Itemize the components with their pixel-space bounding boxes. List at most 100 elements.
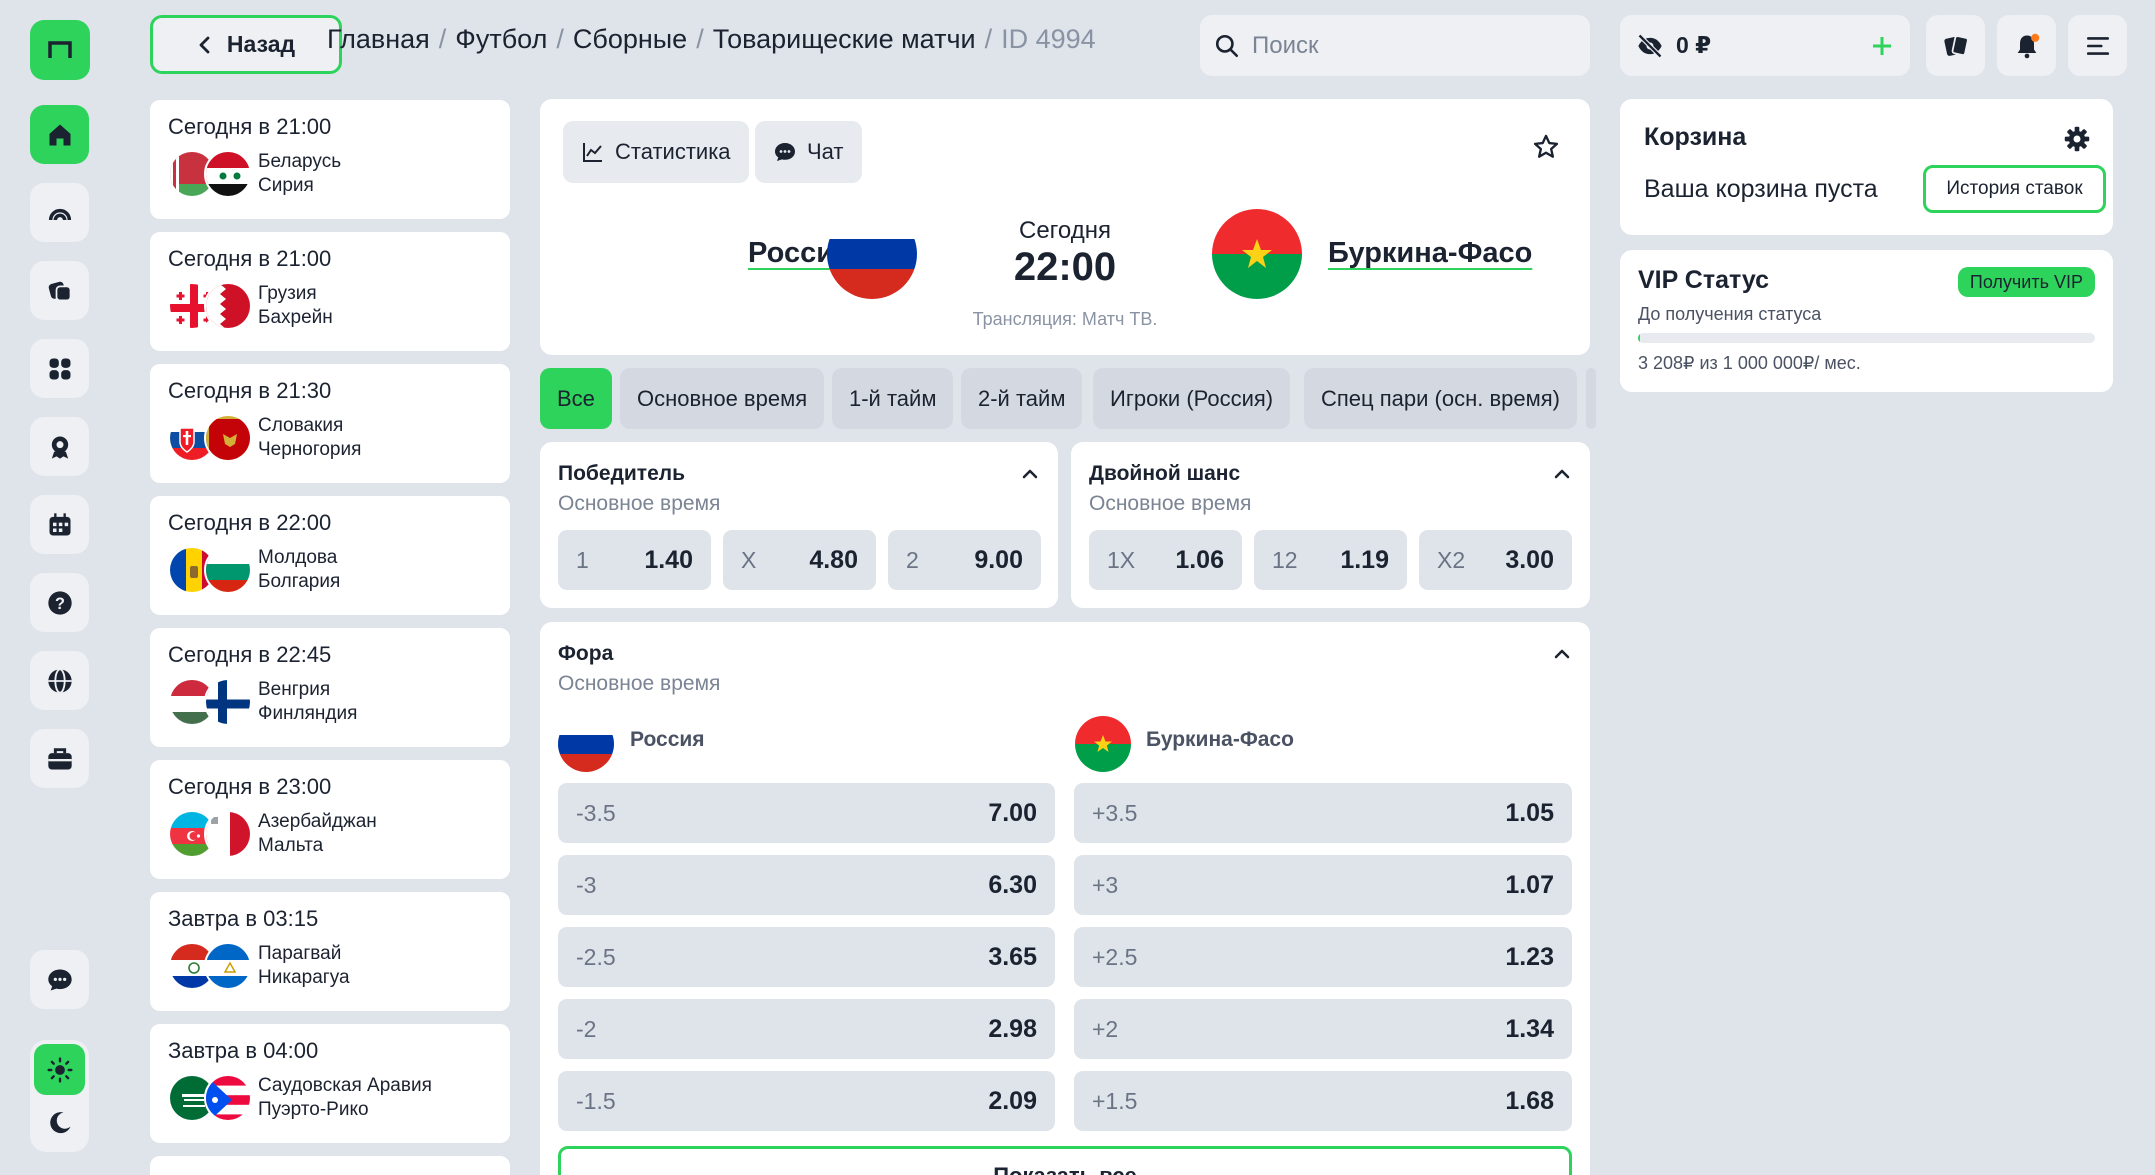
match-time: Сегодня в 21:30 [168, 378, 332, 403]
list-item[interactable] [150, 1156, 510, 1175]
list-item[interactable]: Сегодня в 22:00 Молдова Болгария [150, 496, 510, 615]
odd-value: 9.00 [974, 545, 1023, 574]
odd-button[interactable]: -1.5 2.09 [558, 1071, 1055, 1131]
bet-slip: Корзина Ваша корзина пуста История ставо… [1620, 99, 2113, 235]
filter-tab-all[interactable]: Все [540, 368, 612, 429]
filter-tab-players[interactable]: Игроки (Россия) [1093, 368, 1291, 429]
star-icon[interactable] [1532, 133, 1560, 161]
odd-button[interactable]: -3.5 7.00 [558, 783, 1055, 843]
back-button[interactable]: Назад [150, 15, 342, 74]
match-teams: Грузия Бахрейн [258, 282, 333, 330]
montenegro-flag-icon [204, 414, 252, 462]
bet-history-button[interactable]: История ставок [1923, 165, 2106, 213]
home-icon[interactable] [30, 105, 89, 164]
search-input[interactable] [1252, 31, 1572, 60]
list-item[interactable]: Сегодня в 21:00 Беларусь Сирия [150, 100, 510, 219]
live-icon[interactable] [30, 183, 89, 242]
market-winner: Победитель Основное время 1 1.40 X 4.80 29… [540, 442, 1058, 608]
balance-amount: 0 ₽ [1676, 32, 1712, 58]
chevron-up-icon[interactable] [1552, 464, 1572, 484]
list-item[interactable]: Сегодня в 22:45 Венгрия Финляндия [150, 628, 510, 747]
chevron-up-icon[interactable] [1020, 464, 1040, 484]
logo-icon[interactable] [30, 20, 90, 80]
odd-button[interactable]: +1.5 1.68 [1074, 1071, 1572, 1131]
support-chat-icon[interactable] [30, 950, 89, 1009]
plus-icon[interactable] [1870, 34, 1894, 58]
promo-icon[interactable] [30, 417, 89, 476]
breadcrumb-football[interactable]: Футбол [455, 24, 547, 55]
market-subtitle: Основное время [1089, 492, 1252, 515]
odd-label: +2.5 [1092, 943, 1138, 970]
away-team-name[interactable]: Буркина-Фасо [1328, 237, 1532, 270]
filter-tab-second-half[interactable]: 2-й тайм [961, 368, 1083, 429]
games-icon[interactable] [30, 339, 89, 398]
sun-icon[interactable] [34, 1044, 85, 1095]
breadcrumb-home[interactable]: Главная [327, 24, 430, 55]
odd-button[interactable]: X2 3.00 [1419, 530, 1572, 590]
market-subtitle: Основное время [558, 672, 721, 695]
odd-label: 1 [576, 546, 589, 573]
odd-value: 1.40 [644, 545, 693, 574]
chevron-up-icon[interactable] [1552, 644, 1572, 664]
odd-label: -1.5 [576, 1087, 616, 1114]
team-2: Никарагуа [258, 967, 350, 988]
gear-icon[interactable] [2063, 125, 2091, 153]
breadcrumb-friendlies[interactable]: Товарищеские матчи [713, 24, 976, 55]
list-item[interactable]: Сегодня в 21:00 Грузия Бахрейн [150, 232, 510, 351]
odd-value: 1.05 [1505, 798, 1554, 827]
market-double-chance: Двойной шанс Основное время 1X 1.06 12 1.1… [1071, 442, 1590, 608]
odd-button[interactable]: 1 1.40 [558, 530, 711, 590]
tab-chat[interactable]: Чат [755, 121, 862, 183]
notifications-button[interactable] [1997, 15, 2056, 76]
team-1: Азербайджан [258, 811, 377, 832]
cart-title: Корзина [1644, 123, 1747, 151]
filter-tab-overflow[interactable] [1586, 368, 1596, 429]
chat-icon [775, 143, 795, 161]
odd-button[interactable]: -2 2.98 [558, 999, 1055, 1059]
moon-icon[interactable] [34, 1097, 85, 1148]
calendar-icon[interactable] [30, 495, 89, 554]
odd-value: 1.23 [1505, 942, 1554, 971]
odd-button[interactable]: 1X 1.06 [1089, 530, 1242, 590]
odd-button[interactable]: +3.5 1.05 [1074, 783, 1572, 843]
breadcrumb-national-teams[interactable]: Сборные [573, 24, 687, 55]
globe-icon[interactable] [30, 651, 89, 710]
team-1: Саудовская Аравия [258, 1075, 432, 1096]
help-icon[interactable]: ? [30, 573, 89, 632]
menu-button[interactable] [2068, 15, 2127, 76]
filter-tab-main-time[interactable]: Основное время [620, 368, 825, 429]
filter-tab-specials[interactable]: Спец пари (осн. время) [1304, 368, 1577, 429]
list-item[interactable]: Завтра в 04:00 Саудовская Аравия Пуэрто-Р… [150, 1024, 510, 1143]
chart-icon [583, 143, 602, 162]
vip-title: VIP Статус [1638, 266, 1770, 294]
odd-button[interactable]: +3 1.07 [1074, 855, 1572, 915]
odd-value: 3.00 [1505, 545, 1554, 574]
tab-statistics[interactable]: Статистика [563, 121, 749, 183]
market-title: Победитель [558, 462, 686, 485]
odd-button[interactable]: -3 6.30 [558, 855, 1055, 915]
filter-tab-first-half[interactable]: 1-й тайм [832, 368, 954, 429]
odd-label: +1.5 [1092, 1087, 1138, 1114]
coupon-button[interactable] [1926, 15, 1985, 76]
vip-status-card: VIP Статус Получить VIP До получения ста… [1620, 250, 2113, 392]
broadcast-info: Трансляция: Матч ТВ. [972, 309, 1158, 329]
match-teams: Молдова Болгария [258, 546, 340, 594]
odd-button[interactable]: X 4.80 [723, 530, 876, 590]
briefcase-icon[interactable] [30, 729, 89, 788]
search-icon [1215, 34, 1239, 57]
eye-off-icon[interactable] [1636, 32, 1664, 60]
list-item[interactable]: Завтра в 03:15 Парагвай Никарагуа [150, 892, 510, 1011]
vip-subtitle: До получения статуса [1638, 304, 1822, 324]
odd-button[interactable]: 12 1.19 [1254, 530, 1407, 590]
odd-button[interactable]: 2 9.00 [888, 530, 1041, 590]
odd-button[interactable]: +2.5 1.23 [1074, 927, 1572, 987]
odd-button[interactable]: -2.5 3.65 [558, 927, 1055, 987]
list-item[interactable]: Сегодня в 23:00 Азербайджан Мальта [150, 760, 510, 879]
list-item[interactable]: Сегодня в 21:30 Словакия Черногория [150, 364, 510, 483]
vip-progress-text: 3 208₽ из 1 000 000₽/ мес. [1638, 353, 1861, 373]
show-all-button[interactable]: Показать все [558, 1146, 1572, 1175]
odd-button[interactable]: +2 1.34 [1074, 999, 1572, 1059]
get-vip-button[interactable]: Получить VIP [1957, 267, 2095, 297]
odd-label: +3.5 [1092, 799, 1138, 826]
casino-icon[interactable] [30, 261, 89, 320]
